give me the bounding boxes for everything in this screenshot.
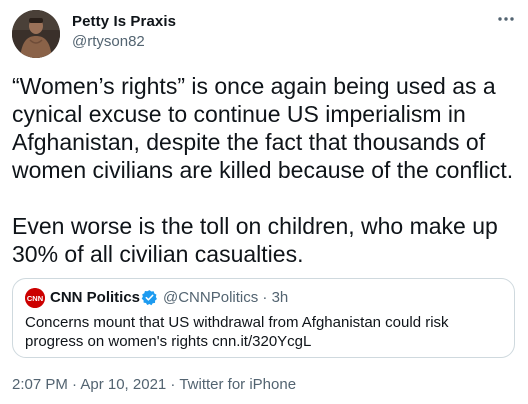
cnn-logo-text: CNN	[27, 294, 43, 303]
tweet-timestamp[interactable]: 2:07 PM · Apr 10, 2021 · Twitter for iPh…	[12, 376, 296, 393]
author-avatar[interactable]	[12, 10, 60, 58]
more-options-button[interactable]	[492, 8, 520, 30]
verified-badge-icon	[141, 289, 158, 306]
quoted-tweet-text: Concerns mount that US withdrawal from A…	[25, 314, 449, 350]
quoted-handle-time: @CNNPolitics · 3h	[163, 289, 289, 306]
more-options-icon	[498, 17, 514, 21]
quoted-author-name: CNN Politics	[50, 289, 141, 306]
tweet-card: Petty Is Praxis @rtyson82 “Women’s right…	[0, 0, 528, 404]
cnn-logo-icon: CNN	[25, 288, 45, 308]
author-display-name[interactable]: Petty Is Praxis	[72, 13, 176, 30]
quoted-tweet[interactable]: CNN CNN Politics @CNNPolitics · 3h Conce…	[12, 278, 515, 358]
avatar-photo	[12, 10, 60, 58]
author-handle[interactable]: @rtyson82	[72, 33, 145, 50]
tweet-text: “Women’s rights” is once again being use…	[12, 73, 514, 267]
